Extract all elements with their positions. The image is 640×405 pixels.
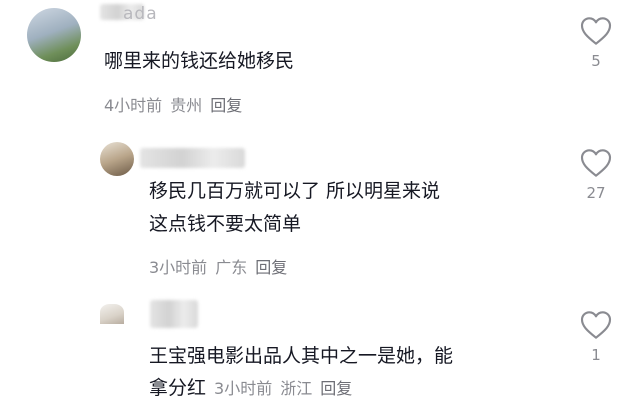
comment-time: 3小时前 <box>149 258 208 277</box>
username-blurred <box>150 300 198 328</box>
reply-button[interactable]: 回复 <box>320 379 352 398</box>
comment-text-line-1: 移民几百万就可以了 所以明星来说 <box>149 180 441 202</box>
comment-text: 哪里来的钱还给她移民 <box>104 50 295 72</box>
heart-outline-icon <box>580 149 612 177</box>
comment-location: 广东 <box>215 258 248 277</box>
username[interactable]: ada <box>123 4 158 24</box>
heart-outline-icon <box>580 311 612 339</box>
heart-outline-icon <box>580 17 612 45</box>
username-blurred <box>140 148 245 168</box>
comment-text-line-1: 王宝强电影出品人其中之一是她，能 <box>149 345 454 367</box>
comment-meta: 3小时前 广东 回复 <box>149 254 295 278</box>
avatar[interactable] <box>100 304 124 324</box>
comment-text-line-2-content: 拿分红 <box>149 377 207 399</box>
comment-time: 3小时前 <box>214 379 273 398</box>
comment-item: 王宝强电影出品人其中之一是她，能 拿分红 3小时前 浙江 回复 1 <box>0 290 640 403</box>
like-count: 1 <box>591 346 601 364</box>
comment-meta: 3小时前 浙江 回复 <box>214 379 360 398</box>
reply-button[interactable]: 回复 <box>210 96 242 115</box>
reply-button[interactable]: 回复 <box>255 258 287 277</box>
like-button[interactable]: 27 <box>576 148 616 202</box>
like-button[interactable]: 1 <box>576 310 616 364</box>
comment-text-line-2: 拿分红 3小时前 浙江 回复 <box>149 372 360 405</box>
like-count: 5 <box>591 52 601 70</box>
like-count: 27 <box>586 184 606 202</box>
comment-item: ada 哪里来的钱还给她移民 4小时前 贵州 回复 5 <box>0 0 640 120</box>
comment-meta: 4小时前 贵州 回复 <box>104 92 250 116</box>
comment-location: 浙江 <box>280 379 313 398</box>
like-button[interactable]: 5 <box>576 16 616 70</box>
comment-text-line-2: 这点钱不要太简单 <box>149 213 302 235</box>
comment-item: 移民几百万就可以了 所以明星来说 这点钱不要太简单 3小时前 广东 回复 27 <box>0 130 640 290</box>
avatar[interactable] <box>100 142 134 176</box>
avatar[interactable] <box>27 8 81 62</box>
comment-time: 4小时前 <box>104 96 163 115</box>
comment-location: 贵州 <box>170 96 203 115</box>
